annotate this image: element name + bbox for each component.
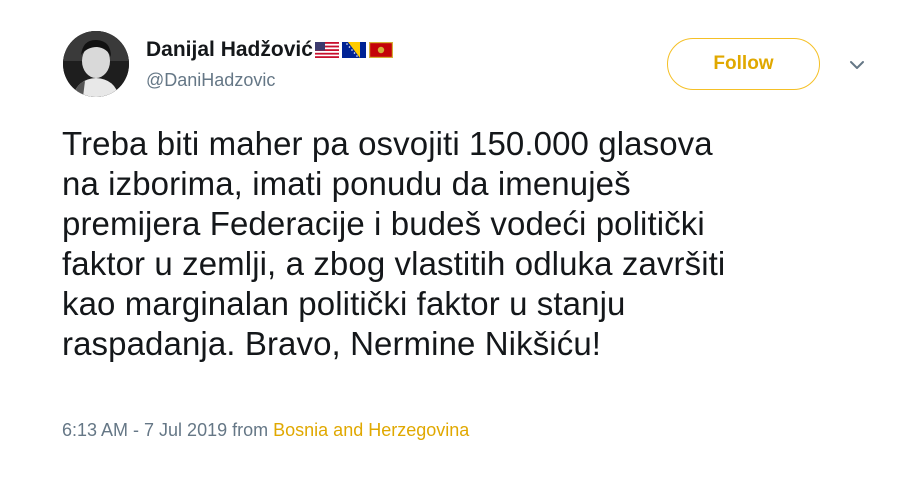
tweet-metadata: 6:13 AM - 7 Jul 2019 from Bosnia and Her… — [62, 420, 469, 441]
from-label: from — [232, 420, 269, 440]
tweet-location-link[interactable]: Bosnia and Herzegovina — [273, 420, 469, 440]
tweet-timestamp[interactable]: 6:13 AM - 7 Jul 2019 — [62, 420, 227, 440]
user-handle[interactable]: @DaniHadzovic — [146, 70, 275, 91]
avatar[interactable] — [63, 31, 129, 97]
follow-button[interactable]: Follow — [667, 38, 820, 90]
tweet-line: faktor u zemlji, a zbog vlastitih odluka… — [62, 245, 726, 282]
us-flag-icon — [314, 42, 339, 58]
tweet-line: raspadanja. Bravo, Nermine Nikšiću! — [62, 325, 602, 362]
chevron-down-icon[interactable] — [848, 58, 866, 72]
flag-emojis — [314, 42, 393, 58]
tweet-line: Treba biti maher pa osvojiti 150.000 gla… — [62, 125, 713, 162]
display-name[interactable]: Danijal Hadžović — [146, 38, 393, 62]
tweet-line: na izborima, imati ponudu da imenuješ — [62, 165, 631, 202]
bosnia-flag-icon — [341, 42, 366, 58]
tweet-line: kao marginalan politički faktor u stanju — [62, 285, 626, 322]
tweet-line: premijera Federacije i budeš vodeći poli… — [62, 205, 705, 242]
tweet-text: Treba biti maher pa osvojiti 150.000 gla… — [62, 124, 882, 364]
display-name-text[interactable]: Danijal Hadžović — [146, 38, 313, 62]
montenegro-flag-icon — [368, 42, 393, 58]
